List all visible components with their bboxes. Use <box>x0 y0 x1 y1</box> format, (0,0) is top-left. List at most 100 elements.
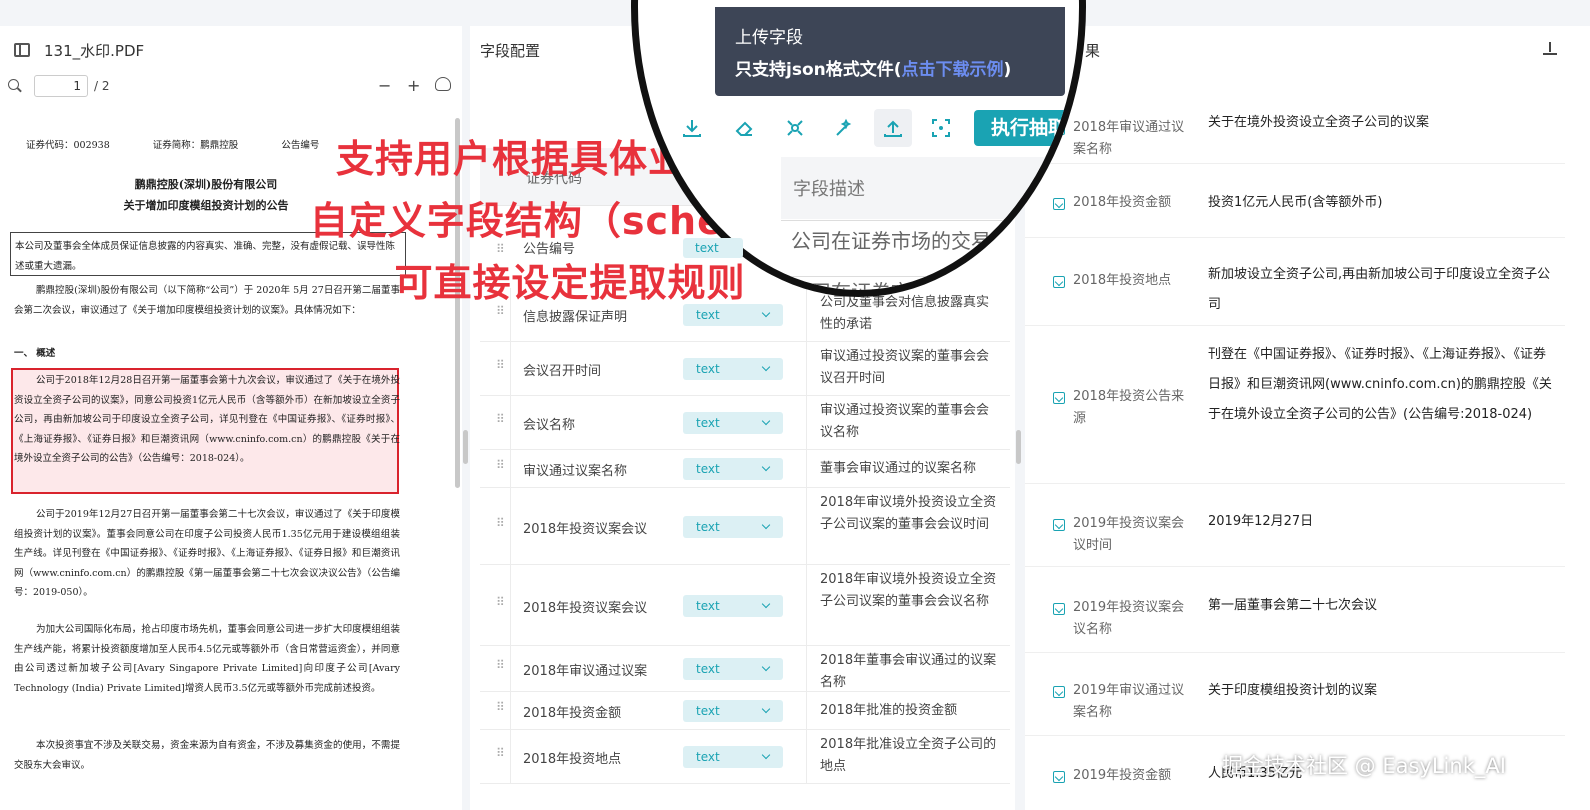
column-divider <box>806 488 807 564</box>
field-description: 董事会审议通过的议案名称 <box>820 461 977 476</box>
field-type-select[interactable]: text <box>683 412 783 434</box>
field-description: 2018年审议境外投资设立全资子公司议案的董事会会议名称 <box>820 572 997 609</box>
page-total: / 2 <box>94 79 110 93</box>
locate-icon[interactable] <box>1053 686 1065 698</box>
cloud-download-icon[interactable] <box>435 77 451 91</box>
doc-heading-overview: 一、 概述 <box>14 348 56 359</box>
result-key: 2018年审议通过议案名称 <box>1073 120 1185 157</box>
upload-icon[interactable] <box>882 117 904 139</box>
drag-handle-icon[interactable]: ⠿ <box>496 517 505 529</box>
field-type-select[interactable]: text <box>683 458 783 480</box>
field-type-select[interactable]: text <box>683 358 783 380</box>
field-row[interactable]: ⠿ 2018年审议通过议案 text 2018年董事会审议通过的议案名称 <box>480 646 1010 692</box>
field-row[interactable]: ⠿ 2018年投资议案会议 text 2018年审议境外投资设立全资子公司议案的董事会… <box>480 565 1010 646</box>
results-title: 果 <box>1085 42 1101 60</box>
drag-handle-icon[interactable]: ⠿ <box>496 413 505 425</box>
column-divider <box>806 646 807 691</box>
result-value: 刊登在《中国证券报》、《证券时报》、《上海证券报》、《证券日报》和巨潮资讯网(w… <box>1208 347 1552 422</box>
tooltip-title: 上传字段 <box>735 28 803 48</box>
field-name: 公告编号 <box>523 242 576 257</box>
field-description: 2018年董事会审议通过的议案名称 <box>820 653 997 690</box>
result-row: 2019年投资议案会议名称 第一届董事会第二十七次会议 <box>1025 569 1565 653</box>
page-number-input[interactable]: 1 <box>34 75 88 97</box>
column-divider <box>806 396 807 449</box>
doc-paragraph-3: 公司于2019年12月27日召开第一届董事会第二十七次会议，审议通过了《关于印度… <box>14 509 400 598</box>
column-divider <box>510 488 511 564</box>
field-name: 2018年投资议案会议 <box>523 521 648 537</box>
result-value: 第一届董事会第二十七次会议 <box>1208 598 1378 613</box>
drag-handle-icon[interactable]: ⠿ <box>496 359 505 371</box>
result-value: 2019年12月27日 <box>1208 514 1314 529</box>
result-value: 关于印度模组投资计划的议案 <box>1208 683 1378 698</box>
field-description: 2018年审议境外投资设立全资子公司议案的董事会会议时间 <box>820 495 997 532</box>
zoom-out-button[interactable]: − <box>378 76 391 95</box>
field-row[interactable]: ⠿ 会议召开时间 text 审议通过投资议案的董事会会议召开时间 <box>480 342 1010 396</box>
field-row[interactable]: ⠿ 审议通过议案名称 text 董事会审议通过的议案名称 <box>480 450 1010 488</box>
field-name: 2018年投资地点 <box>523 752 622 767</box>
drag-handle-icon[interactable]: ⠿ <box>496 659 505 671</box>
drag-handle-icon[interactable]: ⠿ <box>496 596 505 608</box>
sidebar-toggle-icon[interactable] <box>14 43 30 57</box>
result-row: 2018年投资金额 投资1亿元人民币(含等额外币) <box>1025 166 1565 238</box>
magic-wand-icon[interactable] <box>833 117 855 139</box>
zoom-in-button[interactable]: + <box>407 76 420 95</box>
field-description: 2018年批准设立全资子公司的地点 <box>820 737 997 774</box>
field-row-announce-no[interactable]: ⠿ 公告编号 text <box>480 238 780 280</box>
field-type-select[interactable]: text <box>683 746 783 768</box>
field-description: 审议通过投资议案的董事会会议名称 <box>820 403 990 440</box>
eraser-icon[interactable] <box>733 117 755 139</box>
pdf-toolbar: 1 / 2 − + <box>0 74 462 98</box>
result-key: 2019年投资议案会议时间 <box>1073 516 1185 553</box>
search-icon[interactable] <box>8 79 22 93</box>
field-type-select[interactable]: text <box>683 700 783 722</box>
locate-icon[interactable] <box>1053 519 1065 531</box>
field-row[interactable]: ⠿ 2018年投资地点 text 2018年批准设立全资子公司的地点 <box>480 730 1010 784</box>
panel-resize-handle-right[interactable] <box>1016 430 1021 464</box>
field-type-select[interactable]: text <box>683 594 783 617</box>
result-value: 关于在境外投资设立全资子公司的议案 <box>1208 115 1430 130</box>
field-name: 会议名称 <box>523 418 576 433</box>
field-row[interactable]: ⠿ 2018年投资金额 text 2018年批准的投资金额 <box>480 692 1010 730</box>
download-icon[interactable] <box>681 117 703 139</box>
drag-handle-icon[interactable]: ⠿ <box>496 242 505 256</box>
result-value: 新加坡设立全资子公司,再由新加坡公司于印度设立全资子公司 <box>1208 267 1551 312</box>
result-row: 2019年审议通过议案名称 关于印度模组投资计划的议案 <box>1025 654 1565 736</box>
field-name: 2018年审议通过议案 <box>523 664 648 679</box>
panel-resize-handle-left[interactable] <box>463 430 468 464</box>
results-panel: 果 2018年审议通过议案名称 关于在境外投资设立全资子公司的议案 2018年投资金… <box>1025 26 1590 810</box>
field-config-title: 字段配置 <box>480 42 541 60</box>
field-type-select[interactable]: text <box>683 658 783 680</box>
result-key: 2018年投资地点 <box>1073 273 1172 288</box>
drag-handle-icon[interactable]: ⠿ <box>496 459 505 471</box>
result-key: 2019年投资金额 <box>1073 768 1172 783</box>
field-name: 2018年投资金额 <box>523 706 622 721</box>
result-key: 2019年投资议案会议名称 <box>1073 600 1185 637</box>
magnified-row-1: 公司在证券市场的交易代 <box>781 220 1079 276</box>
doc-security-code: 证券代码：002938 <box>26 140 110 151</box>
result-row: 2018年投资地点 新加坡设立全资子公司,再由新加坡公司于印度设立全资子公司 <box>1025 240 1565 326</box>
result-key: 2018年投资金额 <box>1073 195 1172 210</box>
field-name: 会议召开时间 <box>523 364 602 379</box>
doc-paragraph-5: 本次投资事宜不涉及关联交易，资金来源为自有资金，不涉及募集资金的使用，不需提交股… <box>14 740 400 771</box>
field-row[interactable]: ⠿ 会议名称 text 审议通过投资议案的董事会会议名称 <box>480 396 1010 450</box>
column-divider <box>510 396 511 449</box>
column-divider <box>510 730 511 783</box>
drag-handle-icon[interactable]: ⠿ <box>496 747 505 759</box>
download-icon[interactable] <box>1543 42 1557 56</box>
result-key: 2019年审议通过议案名称 <box>1073 683 1185 720</box>
run-extraction-button[interactable]: 执行抽取 <box>974 110 1079 146</box>
field-type-select[interactable]: text <box>683 238 743 258</box>
drag-handle-icon[interactable]: ⠿ <box>496 701 505 713</box>
pdf-header: 131_水印.PDF <box>0 26 462 74</box>
locate-icon[interactable] <box>1053 392 1065 404</box>
field-row[interactable]: ⠿ 2018年投资议案会议 text 2018年审议境外投资设立全资子公司议案的董事会… <box>480 488 1010 565</box>
field-name: 审议通过议案名称 <box>523 464 628 479</box>
field-type-select[interactable]: text <box>683 515 783 538</box>
network-icon[interactable] <box>784 117 806 139</box>
download-example-link[interactable]: 点击下载示例 <box>902 60 1004 80</box>
focus-frame-icon[interactable] <box>930 117 952 139</box>
locate-icon[interactable] <box>1053 771 1065 783</box>
locate-icon[interactable] <box>1053 603 1065 615</box>
result-row: 2018年审议通过议案名称 关于在境外投资设立全资子公司的议案 <box>1025 92 1565 164</box>
result-value: 投资1亿元人民币(含等额外币) <box>1208 195 1383 210</box>
